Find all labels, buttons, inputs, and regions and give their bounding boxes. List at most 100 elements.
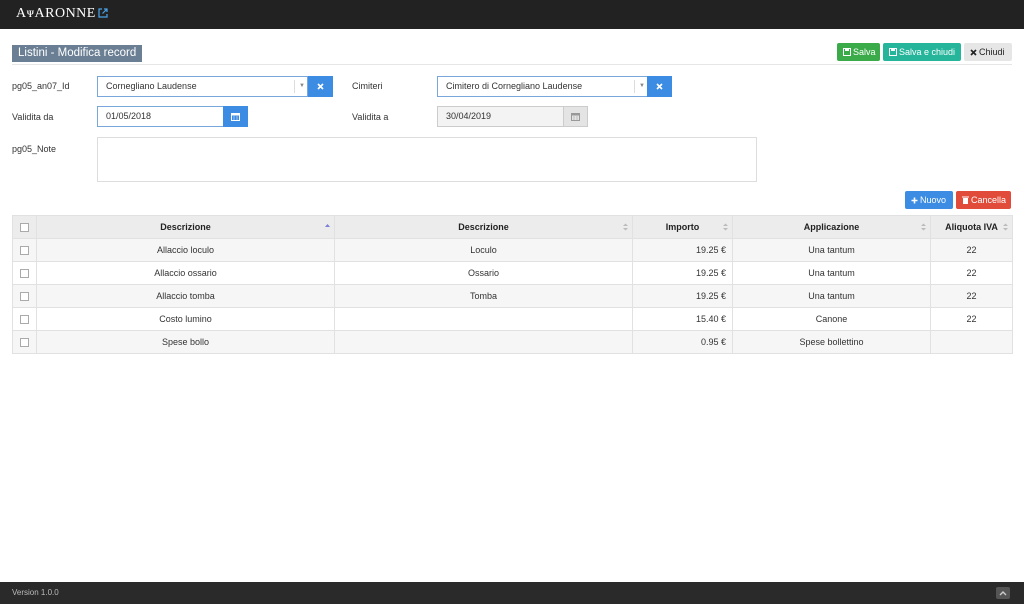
table-cell: Allaccio ossario <box>36 261 335 285</box>
floppy-icon <box>889 48 897 56</box>
validita-da-label: Validita da <box>12 112 54 122</box>
select-divider <box>294 80 295 93</box>
column-header[interactable]: Aliquota IVA <box>930 215 1013 239</box>
note-textarea[interactable] <box>97 137 757 182</box>
cimiteri-select-value: Cimitero di Cornegliano Laudense <box>446 81 583 91</box>
table-row[interactable]: Spese bollo 0.95 € Spese bollettino <box>12 330 1013 354</box>
row-checkbox[interactable] <box>20 315 29 325</box>
calendar-icon <box>571 113 580 121</box>
column-header[interactable]: Descrizione <box>36 215 335 239</box>
table-cell: 0.95 € <box>632 330 733 354</box>
title-divider <box>12 64 1012 65</box>
row-select-cell[interactable] <box>12 284 37 308</box>
floppy-icon <box>843 48 851 56</box>
delete-row-button[interactable]: Cancella <box>956 191 1011 209</box>
row-checkbox[interactable] <box>20 338 29 348</box>
table-cell: Costo lumino <box>36 307 335 331</box>
close-icon <box>970 49 977 56</box>
table-cell: Una tantum <box>732 238 931 262</box>
an07-select[interactable]: Cornegliano Laudense ▼ <box>97 76 308 97</box>
table-cell: Spese bollo <box>36 330 335 354</box>
validita-a-label: Validita a <box>352 112 389 122</box>
column-header-label: Aliquota IVA <box>945 222 998 232</box>
table-cell: Ossario <box>334 261 633 285</box>
add-row-button[interactable]: Nuovo <box>905 191 953 209</box>
column-header-label: Importo <box>665 222 700 232</box>
table-header-row: Descrizione Descrizione Importo Applicaz… <box>12 215 1013 239</box>
cimiteri-label: Cimiteri <box>352 81 383 91</box>
listino-table: Descrizione Descrizione Importo Applicaz… <box>12 215 1013 354</box>
chevron-down-icon: ▼ <box>299 83 305 89</box>
column-header[interactable]: Applicazione <box>732 215 931 239</box>
save-and-close-button[interactable]: Salva e chiudi <box>883 43 961 61</box>
chevron-up-icon <box>999 590 1007 595</box>
column-header[interactable]: Importo <box>632 215 733 239</box>
table-cell <box>334 330 633 354</box>
row-select-cell[interactable] <box>12 261 37 285</box>
sort-icon <box>723 223 728 231</box>
clear-cimiteri-button[interactable] <box>647 76 672 97</box>
table-cell: 22 <box>930 261 1013 285</box>
external-link-icon[interactable] <box>98 8 108 18</box>
table-cell: 19.25 € <box>632 238 733 262</box>
table-row[interactable]: Allaccio tomba Tomba 19.25 € Una tantum … <box>12 284 1013 308</box>
validita-da-input[interactable]: 01/05/2018 <box>97 106 224 127</box>
calendar-icon <box>231 113 240 121</box>
validita-a-value: 30/04/2019 <box>446 111 492 121</box>
select-all-cell[interactable] <box>12 215 37 239</box>
column-header[interactable]: Descrizione <box>334 215 633 239</box>
top-navbar: AᴪARONNE <box>0 0 1024 29</box>
chevron-down-icon: ▼ <box>639 83 645 89</box>
table-cell: 19.25 € <box>632 284 733 308</box>
trash-icon <box>962 196 969 204</box>
row-select-cell[interactable] <box>12 307 37 331</box>
row-select-cell[interactable] <box>12 238 37 262</box>
save-button-label: Salva <box>853 47 876 57</box>
table-cell <box>334 307 633 331</box>
table-cell: Una tantum <box>732 284 931 308</box>
validita-da-calendar-button[interactable] <box>223 106 248 127</box>
an07-select-value: Cornegliano Laudense <box>106 81 197 91</box>
an07-label: pg05_an07_Id <box>12 81 70 91</box>
table-cell: Canone <box>732 307 931 331</box>
delete-row-label: Cancella <box>971 195 1007 205</box>
validita-a-calendar-button[interactable] <box>563 106 588 127</box>
row-checkbox[interactable] <box>20 269 29 279</box>
close-icon <box>317 83 324 90</box>
save-and-close-label: Salva e chiudi <box>899 47 956 57</box>
table-cell: 19.25 € <box>632 261 733 285</box>
column-header-label: Descrizione <box>458 222 509 232</box>
table-cell: 22 <box>930 307 1013 331</box>
save-button[interactable]: Salva <box>837 43 880 61</box>
row-checkbox[interactable] <box>20 292 29 302</box>
clear-an07-button[interactable] <box>308 76 333 97</box>
table-cell: Loculo <box>334 238 633 262</box>
close-icon <box>656 83 663 90</box>
scroll-top-button[interactable] <box>996 587 1010 599</box>
page-title: Listini - Modifica record <box>12 45 143 62</box>
row-checkbox[interactable] <box>20 246 29 256</box>
column-header-label: Applicazione <box>803 222 860 232</box>
app-logo[interactable]: AᴪARONNE <box>16 6 96 22</box>
table-row[interactable]: Allaccio loculo Loculo 19.25 € Una tantu… <box>12 238 1013 262</box>
footer-bar: Version 1.0.0 <box>0 582 1024 604</box>
select-divider <box>634 80 635 93</box>
note-label: pg05_Note <box>12 144 57 154</box>
version-label: Version 1.0.0 <box>12 588 59 597</box>
select-all-checkbox[interactable] <box>20 223 29 233</box>
table-cell: Allaccio tomba <box>36 284 335 308</box>
row-select-cell[interactable] <box>12 330 37 354</box>
close-button-label: Chiudi <box>979 47 1005 57</box>
table-cell: 22 <box>930 238 1013 262</box>
sort-asc-icon <box>325 224 330 227</box>
plus-icon <box>911 197 918 204</box>
close-button[interactable]: Chiudi <box>964 43 1012 61</box>
column-header-label: Descrizione <box>160 222 211 232</box>
table-cell <box>930 330 1013 354</box>
table-cell: Spese bollettino <box>732 330 931 354</box>
table-row[interactable]: Allaccio ossario Ossario 19.25 € Una tan… <box>12 261 1013 285</box>
table-row[interactable]: Costo lumino 15.40 € Canone 22 <box>12 307 1013 331</box>
validita-a-input[interactable]: 30/04/2019 <box>437 106 564 127</box>
cimiteri-select[interactable]: Cimitero di Cornegliano Laudense ▼ <box>437 76 648 97</box>
sort-icon <box>623 223 628 231</box>
